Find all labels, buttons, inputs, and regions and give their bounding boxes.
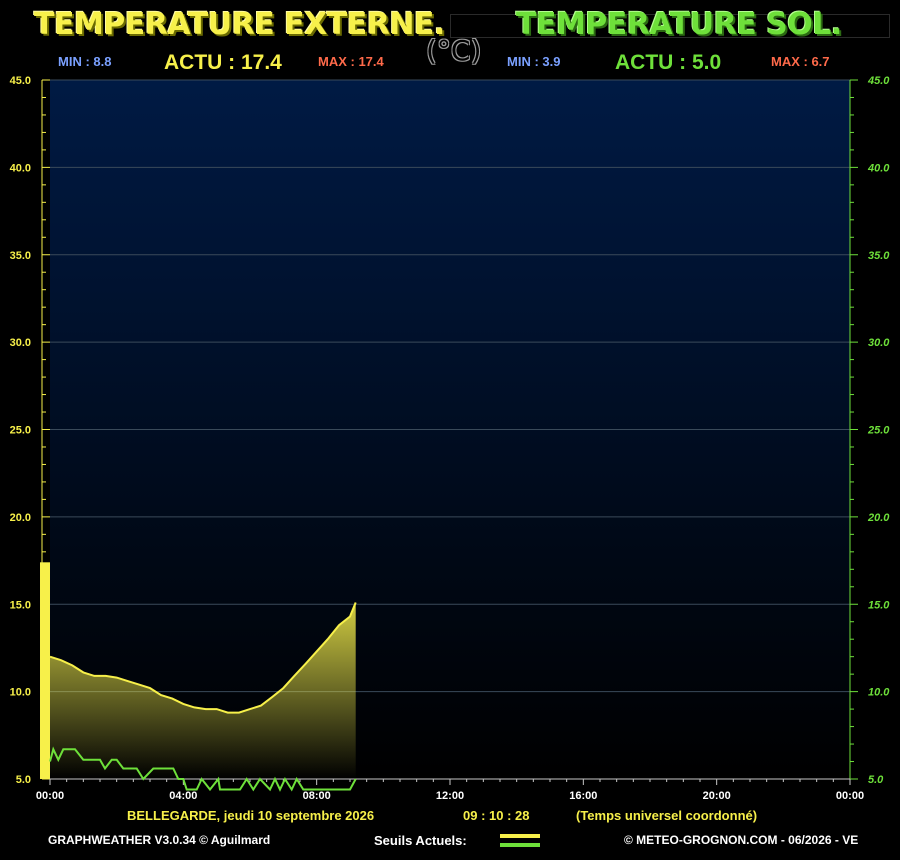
location-date: BELLEGARDE, jeudi 10 septembre 2026 xyxy=(127,808,375,823)
y-tick-label-right: 20.0 xyxy=(867,512,890,524)
x-tick-label: 04:00 xyxy=(169,790,197,802)
y-tick-label-left: 25.0 xyxy=(10,425,31,437)
x-tick-label: 00:00 xyxy=(36,790,64,802)
y-tick-label-left: 30.0 xyxy=(10,337,31,349)
software-credit: GRAPHWEATHER V3.0.34 © Aguilmard xyxy=(48,833,271,847)
y-tick-label-right: 15.0 xyxy=(868,599,890,611)
y-tick-label-left: 35.0 xyxy=(10,250,31,262)
x-tick-label: 16:00 xyxy=(569,790,597,802)
x-tick-label: 08:00 xyxy=(303,790,331,802)
threshold-swatch-ext xyxy=(500,834,540,838)
current-value-bar xyxy=(40,562,50,779)
y-tick-label-right: 30.0 xyxy=(868,337,890,349)
y-tick-label-left: 15.0 xyxy=(10,599,31,611)
x-tick-label: 12:00 xyxy=(436,790,464,802)
y-tick-label-right: 40.0 xyxy=(867,162,890,174)
y-tick-label-left: 10.0 xyxy=(10,687,31,699)
threshold-swatch-sol xyxy=(500,843,540,847)
y-tick-label-right: 25.0 xyxy=(867,425,890,437)
timezone-label: (Temps universel coordonné) xyxy=(576,808,758,823)
x-tick-label: 20:00 xyxy=(703,790,731,802)
thresholds-label: Seuils Actuels: xyxy=(374,833,467,848)
y-tick-label-right: 10.0 xyxy=(868,687,890,699)
y-tick-label-left: 40.0 xyxy=(10,162,31,174)
y-tick-label-left: 45.0 xyxy=(10,75,31,87)
x-tick-label: 00:00 xyxy=(836,790,864,802)
current-time: 09 : 10 : 28 xyxy=(463,808,530,823)
temperature-chart: 5.0 5.0 10.0 10.0 15.0 15.0 20.0 20.0 25.0 25.0 30… xyxy=(10,75,891,802)
y-tick-label-right: 45.0 xyxy=(867,75,890,87)
y-tick-label-right: 5.0 xyxy=(868,774,884,786)
y-tick-label-right: 35.0 xyxy=(868,250,890,262)
y-tick-label-left: 20.0 xyxy=(10,512,31,524)
y-tick-label-left: 5.0 xyxy=(16,774,31,786)
copyright: © METEO-GROGNON.COM - 06/2026 - VE xyxy=(624,833,859,847)
